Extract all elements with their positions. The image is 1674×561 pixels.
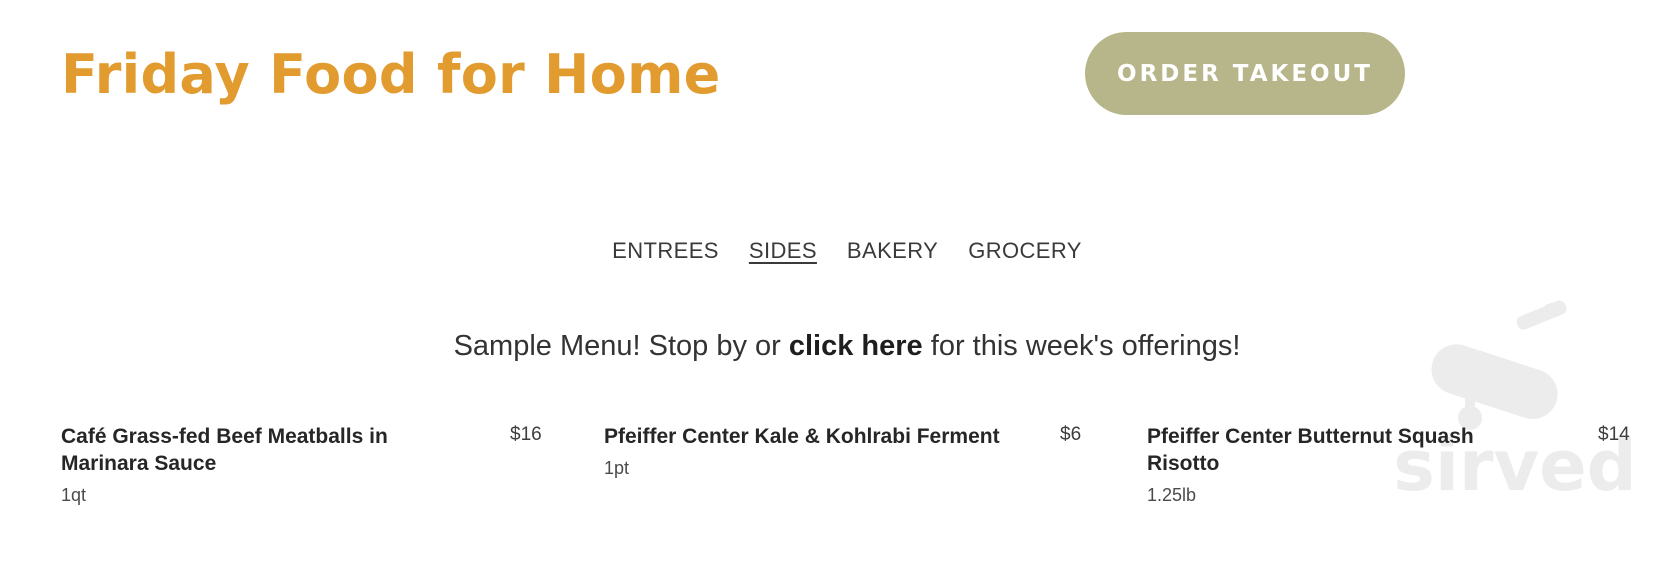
tab-bakery[interactable]: BAKERY (847, 236, 938, 266)
menu-category-tabs: ENTREES SIDES BAKERY GROCERY (0, 236, 1674, 266)
notice-text-before: Sample Menu! Stop by or (453, 330, 789, 362)
item-name: Pfeiffer Center Butternut Squash Risotto (1147, 425, 1474, 475)
item-name: Pfeiffer Center Kale & Kohlrabi Ferment (604, 425, 1000, 448)
page-title: Friday Food for Home (61, 43, 721, 106)
tab-sides[interactable]: SIDES (749, 236, 817, 266)
notice-text-after: for this week's offerings! (922, 330, 1241, 362)
item-price: $16 (510, 424, 542, 445)
item-size: 1qt (61, 485, 87, 505)
menu-item: Pfeiffer Center Butternut Squash Risotto… (1147, 423, 1507, 506)
click-here-link[interactable]: click here (789, 330, 923, 362)
tab-entrees[interactable]: ENTREES (612, 236, 719, 266)
item-price: $6 (1060, 424, 1082, 445)
item-size: 1pt (604, 458, 630, 478)
menu-item: Café Grass-fed Beef Meatballs in Marinar… (61, 423, 461, 506)
item-size: 1.25lb (1147, 485, 1197, 505)
menu-item: Pfeiffer Center Kale & Kohlrabi Ferment … (604, 423, 1034, 479)
utensil-knife-icon (1431, 300, 1567, 430)
tab-grocery[interactable]: GROCERY (968, 236, 1082, 266)
item-name: Café Grass-fed Beef Meatballs in Marinar… (61, 425, 388, 475)
order-takeout-button[interactable]: ORDER TAKEOUT (1085, 32, 1405, 115)
item-price: $14 (1598, 424, 1630, 445)
